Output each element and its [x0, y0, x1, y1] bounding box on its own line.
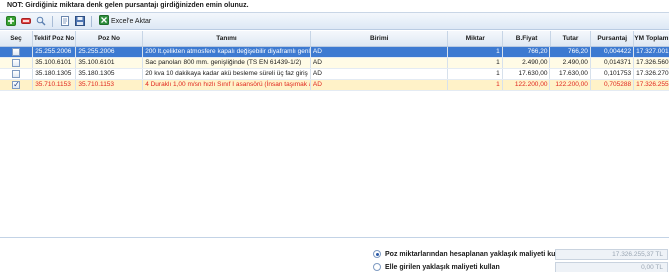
birimi-cell: AD	[311, 47, 448, 57]
poz-no-cell: 35.710.1153	[76, 80, 144, 90]
table-row[interactable]: 35.100.6101 35.100.6101 Sac panoları 800…	[0, 58, 669, 69]
tanimi-cell: Sac panoları 800 mm. genişliğinde (TS EN…	[143, 58, 311, 68]
birimi-cell: AD	[311, 58, 448, 68]
select-cell[interactable]	[0, 58, 34, 68]
row-checkbox-checked[interactable]	[12, 80, 21, 90]
column-header-pursantaj[interactable]: Pursantaj	[591, 31, 635, 46]
column-header-tutar[interactable]: Tutar	[551, 31, 592, 46]
radio-calculated-cost[interactable]	[373, 250, 381, 258]
warning-note: NOT: Girdiğiniz miktara denk gelen pursa…	[0, 0, 669, 13]
add-icon[interactable]	[4, 15, 17, 28]
bfiyat-cell: 122.200,00	[503, 80, 551, 90]
column-header-sec[interactable]: Seç	[0, 31, 33, 46]
ym-toplami-cell: 17.327.001,36	[636, 48, 669, 55]
bfiyat-cell: 2.490,00	[503, 58, 551, 68]
miktar-cell[interactable]: 1	[448, 47, 503, 57]
ym-toplami-cell: 17.326.255,37	[636, 81, 669, 88]
select-cell[interactable]	[0, 80, 34, 90]
birimi-cell: AD	[311, 69, 448, 79]
column-header-ym-toplami[interactable]: YM Toplamı	[634, 31, 669, 46]
option-manual-cost-label: Elle girilen yaklaşık maliyeti kullan	[385, 263, 500, 271]
search-icon[interactable]	[34, 15, 47, 28]
manual-cost-field[interactable]: 0,00 TL	[555, 262, 668, 272]
column-header-miktar[interactable]: Miktar	[448, 31, 504, 46]
toolbar-divider	[52, 15, 53, 27]
pursantaj-cell: 0,101753	[591, 69, 635, 79]
tutar-cell: 766,20	[550, 47, 591, 57]
pursantaj-cell: 0,014371	[591, 58, 635, 68]
pursantaj-cell: 0,004422	[591, 47, 635, 57]
column-header-bfiyat[interactable]: B.Fiyat	[503, 31, 551, 46]
pursantaj-cell: 0,705288	[591, 80, 635, 90]
column-header-tanimi[interactable]: Tanımı	[143, 31, 312, 46]
items-grid: Seç Teklif Poz No Poz No Tanımı Birimi M…	[0, 31, 669, 238]
remove-icon[interactable]	[19, 15, 32, 28]
export-excel-label: Excel'e Aktar	[111, 17, 152, 25]
excel-icon	[99, 15, 109, 27]
select-cell[interactable]	[0, 69, 34, 79]
toolbar-divider	[91, 15, 92, 27]
tanimi-cell: 4 Duraklı 1,00 m/sn hızlı Sınıf I asansö…	[143, 80, 311, 90]
ym-toplami-cell: 17.326.560,43	[636, 59, 669, 66]
save-icon[interactable]	[73, 15, 86, 28]
radio-manual-cost[interactable]	[373, 263, 381, 271]
tanimi-cell: 200 lt.çelikten atmosfere kapalı değişeb…	[145, 47, 311, 57]
teklif-poz-no-cell: 35.100.6101	[33, 58, 77, 68]
option-manual-cost[interactable]: Elle girilen yaklaşık maliyeti kullan	[373, 262, 500, 272]
bfiyat-cell: 766,20	[503, 47, 551, 57]
tutar-cell: 2.490,00	[550, 58, 591, 68]
row-checkbox[interactable]	[12, 48, 21, 56]
miktar-cell[interactable]: 1	[448, 69, 503, 79]
ym-toplami-cell: 17.326.270,48	[636, 70, 669, 77]
row-checkbox[interactable]	[12, 59, 21, 67]
birimi-cell: AD	[311, 80, 448, 90]
grid-header: Seç Teklif Poz No Poz No Tanımı Birimi M…	[0, 31, 669, 47]
column-header-birimi[interactable]: Birimi	[311, 31, 449, 46]
select-cell[interactable]	[0, 47, 34, 57]
document-icon[interactable]	[58, 15, 71, 28]
poz-no-cell: 35.100.6101	[76, 58, 144, 68]
miktar-cell[interactable]: 1	[448, 58, 503, 68]
export-excel-button[interactable]: Excel'e Aktar	[97, 15, 153, 28]
option-calculated-cost-label: Poz miktarlarından hesaplanan yaklaşık m…	[385, 250, 568, 258]
toolbar: Excel'e Aktar	[0, 13, 669, 30]
calculated-cost-field[interactable]: 17.326.255,37 TL	[555, 249, 668, 260]
column-header-poz-no[interactable]: Poz No	[76, 31, 143, 46]
teklif-poz-no-cell: 25.255.2006	[33, 47, 77, 57]
table-row[interactable]: 35.710.1153 35.710.1153 4 Duraklı 1,00 m…	[0, 80, 669, 91]
column-header-teklif-poz-no[interactable]: Teklif Poz No	[33, 31, 77, 46]
tutar-cell: 17.630,00	[550, 69, 591, 79]
option-calculated-cost[interactable]: Poz miktarlarından hesaplanan yaklaşık m…	[373, 249, 567, 259]
table-row[interactable]: 25.255.2006 25.255.2006 200 lt.çelikten …	[0, 47, 669, 58]
tanimi-cell: 20 kva 10 dakikaya kadar akü besleme sür…	[143, 69, 311, 79]
bfiyat-cell: 17.630,00	[503, 69, 551, 79]
row-checkbox[interactable]	[12, 70, 21, 78]
miktar-cell[interactable]: 1	[448, 80, 503, 90]
poz-no-cell: 25.255.2006	[76, 47, 144, 57]
table-row[interactable]: 35.180.1305 35.180.1305 20 kva 10 dakika…	[0, 69, 669, 80]
teklif-poz-no-cell: 35.710.1153	[33, 80, 77, 90]
poz-no-cell: 35.180.1305	[76, 69, 144, 79]
tutar-cell: 122.200,00	[550, 80, 591, 90]
teklif-poz-no-cell: 35.180.1305	[33, 69, 77, 79]
